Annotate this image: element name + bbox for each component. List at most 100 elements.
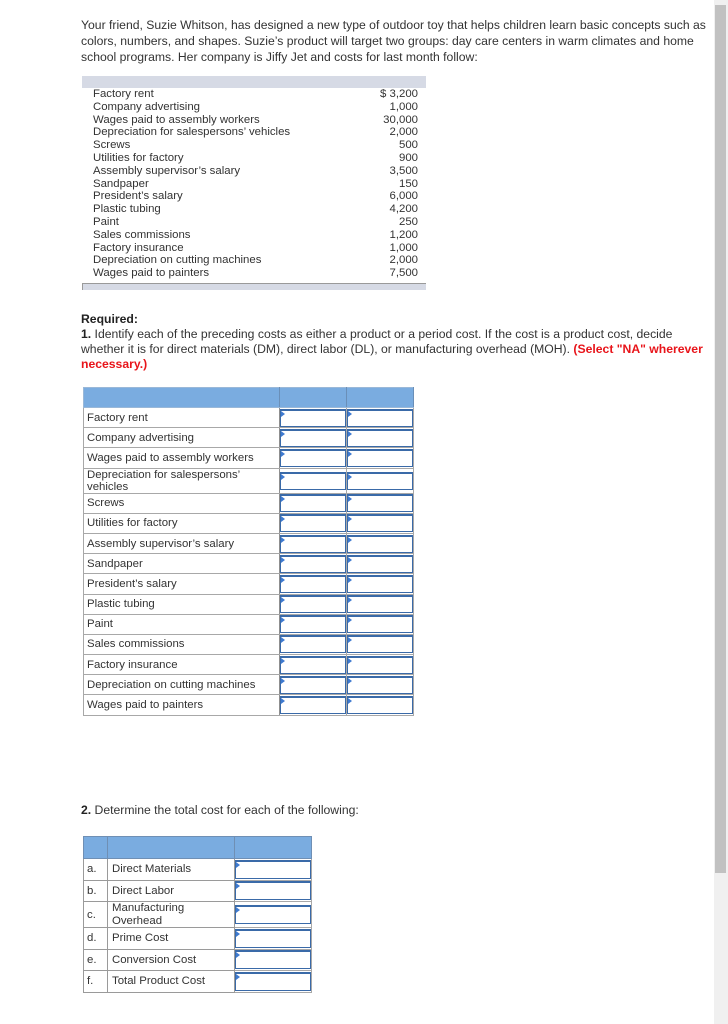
amount-input[interactable] — [235, 881, 311, 901]
cost-type-dropdown[interactable] — [280, 494, 346, 513]
header-cell-item — [107, 836, 235, 859]
classification-row: Sales commissions — [83, 633, 414, 656]
row-letter: c. — [83, 901, 108, 928]
total-cost-label: Manufacturing Overhead — [107, 901, 235, 928]
category-dropdown[interactable] — [347, 494, 413, 513]
category-cell — [346, 447, 414, 469]
cost-type-cell — [279, 654, 347, 676]
amount-input[interactable] — [235, 971, 311, 991]
classification-row: Wages paid to painters — [83, 694, 414, 716]
cost-type-cell — [279, 613, 347, 635]
amount-input[interactable] — [235, 928, 311, 948]
cost-type-dropdown[interactable] — [280, 655, 346, 674]
cost-item-label: Assembly supervisor’s salary — [83, 532, 280, 555]
cost-amount: 2,000 — [389, 254, 418, 267]
amount-input[interactable] — [235, 859, 311, 879]
cost-item-label: Plastic tubing — [83, 593, 280, 615]
row-letter: b. — [83, 879, 108, 902]
category-dropdown[interactable] — [347, 408, 413, 427]
cost-label: President’s salary — [93, 190, 183, 203]
category-cell — [346, 633, 414, 656]
cost-label: Plastic tubing — [93, 203, 161, 216]
classification-row: Paint — [83, 613, 414, 635]
cost-type-dropdown[interactable] — [280, 595, 346, 614]
row-letter: f. — [83, 970, 108, 993]
category-cell — [346, 406, 414, 429]
cost-rows: Factory rent $ 3,200 Company advertising 1,… — [82, 88, 426, 280]
cost-amount: 150 — [398, 177, 418, 190]
cost-amount: $ 3,200 — [379, 88, 418, 100]
cost-row: Paint 250 — [82, 216, 426, 229]
category-cell — [346, 573, 414, 595]
cost-item-label: Factory rent — [83, 406, 280, 429]
classification-row: Wages paid to assembly workers — [83, 447, 414, 469]
category-dropdown[interactable] — [347, 554, 413, 573]
cost-type-dropdown[interactable] — [280, 574, 346, 593]
cost-item-label: Wages paid to assembly workers — [83, 447, 280, 469]
cost-type-dropdown[interactable] — [280, 696, 346, 715]
classification-row: Utilities for factory — [83, 512, 414, 534]
required-heading: Required: — [81, 312, 138, 326]
amount-input[interactable] — [235, 950, 311, 970]
header-cell-category — [346, 387, 414, 408]
category-dropdown[interactable] — [347, 635, 413, 654]
cost-data-table: Factory rent $ 3,200 Company advertising 1,… — [82, 76, 426, 290]
cost-item-label: President’s salary — [83, 573, 280, 595]
category-dropdown[interactable] — [347, 428, 413, 447]
cost-amount: 2,000 — [389, 126, 418, 139]
category-dropdown[interactable] — [347, 471, 413, 490]
cost-item-label: Factory insurance — [83, 654, 280, 676]
cost-type-cell — [279, 427, 347, 449]
cost-row: President’s salary 6,000 — [82, 190, 426, 203]
total-cost-label: Direct Labor — [107, 879, 235, 902]
total-cost-row: a. Direct Materials — [83, 858, 312, 881]
amount-cell — [234, 858, 312, 881]
cost-type-cell — [279, 492, 347, 514]
cost-type-cell — [279, 593, 347, 615]
cost-label: Screws — [93, 139, 131, 152]
cost-type-dropdown[interactable] — [280, 408, 346, 427]
category-dropdown[interactable] — [347, 655, 413, 674]
category-cell — [346, 654, 414, 676]
cost-type-dropdown[interactable] — [280, 471, 346, 490]
cost-row: Sales commissions 1,200 — [82, 229, 426, 242]
total-cost-row: c. Manufacturing Overhead — [83, 901, 312, 928]
cost-type-dropdown[interactable] — [280, 448, 346, 467]
cost-type-dropdown[interactable] — [280, 615, 346, 634]
cost-type-dropdown[interactable] — [280, 635, 346, 654]
part1-number: 1. — [81, 327, 92, 341]
header-cell-amount — [234, 836, 312, 859]
category-dropdown[interactable] — [347, 534, 413, 553]
part2-text: Determine the total cost for each of the… — [91, 803, 359, 817]
category-cell — [346, 512, 414, 534]
required-section: Required: 1. Identify each of the preced… — [81, 312, 706, 372]
category-cell — [346, 492, 414, 514]
cost-row: Company advertising 1,000 — [82, 101, 426, 114]
category-dropdown[interactable] — [347, 696, 413, 715]
category-dropdown[interactable] — [347, 675, 413, 694]
cost-row: Wages paid to painters 7,500 — [82, 267, 426, 280]
cost-row: Wages paid to assembly workers 30,000 — [82, 114, 426, 127]
category-dropdown[interactable] — [347, 595, 413, 614]
category-dropdown[interactable] — [347, 448, 413, 467]
cost-type-dropdown[interactable] — [280, 514, 346, 533]
total-cost-label: Total Product Cost — [107, 970, 235, 993]
cost-type-dropdown[interactable] — [280, 534, 346, 553]
category-dropdown[interactable] — [347, 615, 413, 634]
cost-label: Assembly supervisor’s salary — [93, 164, 241, 177]
classification-row: Company advertising — [83, 427, 414, 449]
vertical-scrollbar-thumb[interactable] — [715, 5, 726, 873]
cost-amount: 1,000 — [389, 241, 418, 254]
category-dropdown[interactable] — [347, 574, 413, 593]
cost-label: Wages paid to assembly workers — [93, 113, 260, 126]
amount-input[interactable] — [235, 905, 311, 924]
cost-type-dropdown[interactable] — [280, 554, 346, 573]
cost-type-dropdown[interactable] — [280, 428, 346, 447]
category-dropdown[interactable] — [347, 514, 413, 533]
cost-type-dropdown[interactable] — [280, 675, 346, 694]
category-cell — [346, 467, 414, 494]
cost-item-label: Depreciation on cutting machines — [83, 674, 280, 696]
part2-heading: 2. Determine the total cost for each of … — [81, 803, 359, 817]
category-cell — [346, 694, 414, 716]
header-cell-cost-type — [279, 387, 347, 408]
